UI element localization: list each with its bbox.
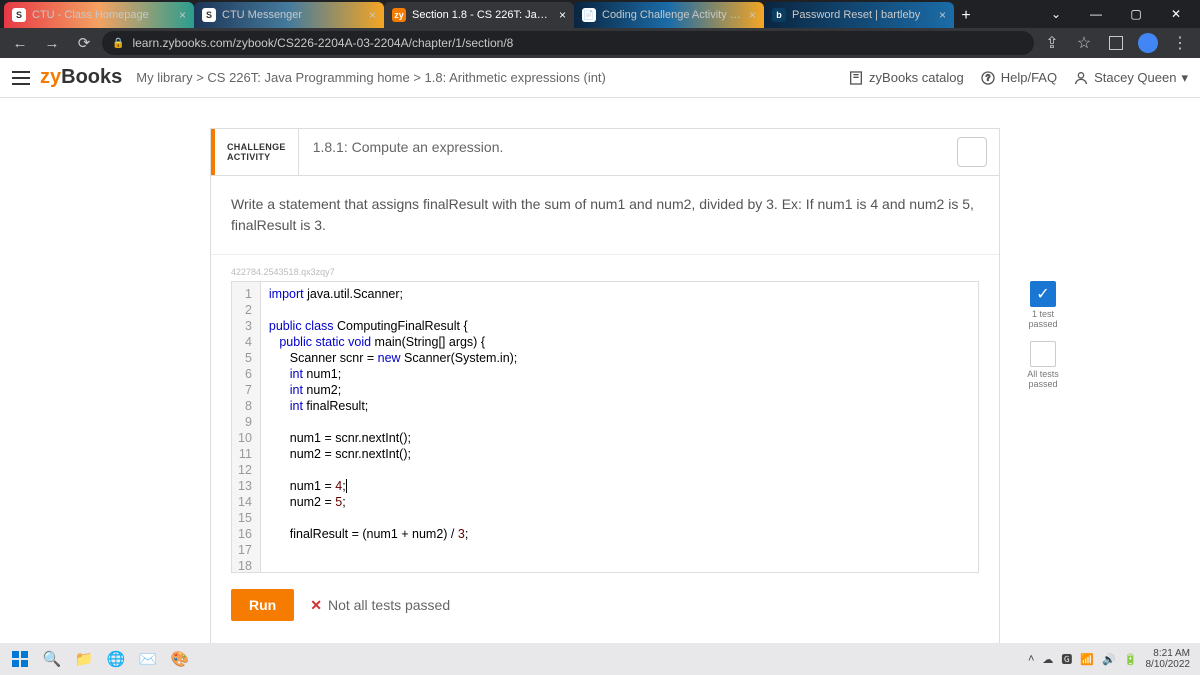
language-icon[interactable]: 🅶 — [1061, 651, 1072, 667]
start-button[interactable] — [4, 643, 36, 675]
url-input[interactable]: 🔒learn.zybooks.com/zybook/CS226-2204A-03… — [102, 31, 1034, 55]
chevron-up-icon[interactable]: ˄ — [1028, 653, 1034, 665]
system-tray[interactable]: ˄ ☁ 🅶 📶 🔊 🔋 8:21 AM8/10/2022 — [1028, 648, 1196, 670]
maximize-button[interactable]: ▢ — [1116, 0, 1156, 28]
battery-icon[interactable]: 🔋 — [1124, 653, 1138, 666]
explorer-icon[interactable]: 📁 — [68, 643, 100, 675]
tab-dropdown-icon[interactable]: ⌄ — [1036, 0, 1076, 28]
tab-bartleby[interactable]: bPassword Reset | bartleby× — [764, 2, 954, 28]
run-status: ✕Not all tests passed — [310, 597, 450, 614]
address-bar: ← → ⟳ 🔒learn.zybooks.com/zybook/CS226-22… — [0, 28, 1200, 58]
progress-box[interactable] — [957, 137, 987, 167]
menu-icon[interactable]: ⋮ — [1166, 29, 1194, 57]
user-menu[interactable]: Stacey Queen ▾ — [1073, 70, 1188, 86]
help-link[interactable]: ?Help/FAQ — [980, 70, 1057, 86]
share-icon[interactable]: ⇪ — [1038, 29, 1066, 57]
instructions: Write a statement that assigns finalResu… — [211, 176, 999, 255]
line-gutter: 123456789101112131415161718 — [232, 282, 261, 572]
cloud-icon[interactable]: ☁ — [1042, 653, 1053, 666]
close-icon[interactable]: × — [749, 8, 756, 22]
browser-tab-strip: SCTU - Class Homepage× SCTU Messenger× z… — [0, 0, 1200, 28]
new-tab-button[interactable]: + — [954, 4, 978, 28]
close-icon[interactable]: × — [559, 8, 566, 22]
reload-button[interactable]: ⟳ — [70, 29, 98, 57]
mail-icon[interactable]: ✉️ — [132, 643, 164, 675]
clock[interactable]: 8:21 AM8/10/2022 — [1146, 648, 1191, 670]
wifi-icon[interactable]: 📶 — [1080, 653, 1094, 666]
catalog-link[interactable]: zyBooks catalog — [848, 70, 964, 86]
challenge-title: 1.8.1: Compute an expression. — [299, 129, 945, 175]
tab-coding-challenge[interactable]: 📄Coding Challenge Activity Note× — [574, 2, 764, 28]
zybooks-header: zyBooks My library > CS 226T: Java Progr… — [0, 58, 1200, 98]
lock-icon: 🔒 — [112, 38, 124, 49]
close-window-button[interactable]: ✕ — [1156, 0, 1196, 28]
forward-button[interactable]: → — [38, 29, 66, 57]
breadcrumb[interactable]: My library > CS 226T: Java Programming h… — [136, 70, 606, 85]
tab-ctu-messenger[interactable]: SCTU Messenger× — [194, 2, 384, 28]
search-icon[interactable]: 🔍 — [36, 643, 68, 675]
chrome-icon[interactable]: 🌐 — [100, 643, 132, 675]
favicon-icon: b — [772, 8, 786, 22]
back-button[interactable]: ← — [6, 29, 34, 57]
content-area[interactable]: CHALLENGEACTIVITY 1.8.1: Compute an expr… — [0, 98, 1200, 643]
code-editor[interactable]: 123456789101112131415161718 import java.… — [231, 281, 979, 573]
content-id: 422784.2543518.qx3zqy7 — [211, 255, 999, 281]
test-badges: ✓ 1 testpassed All testspassed — [1013, 281, 1073, 401]
code-body[interactable]: import java.util.Scanner; public class C… — [261, 282, 978, 572]
reading-list-icon[interactable] — [1109, 36, 1123, 50]
bookmark-icon[interactable]: ☆ — [1070, 29, 1098, 57]
test1-badge: ✓ — [1030, 281, 1056, 307]
windows-taskbar: 🔍 📁 🌐 ✉️ 🎨 ˄ ☁ 🅶 📶 🔊 🔋 8:21 AM8/10/2022 — [0, 643, 1200, 675]
profile-avatar[interactable] — [1134, 29, 1162, 57]
book-icon — [848, 70, 864, 86]
favicon-icon: S — [12, 8, 26, 22]
help-icon: ? — [980, 70, 996, 86]
volume-icon[interactable]: 🔊 — [1102, 653, 1116, 666]
favicon-icon: zy — [392, 8, 406, 22]
close-icon[interactable]: × — [369, 8, 376, 22]
challenge-card: CHALLENGEACTIVITY 1.8.1: Compute an expr… — [210, 128, 1000, 643]
test2-badge — [1030, 341, 1056, 367]
user-icon — [1073, 70, 1089, 86]
challenge-tag: CHALLENGEACTIVITY — [215, 129, 299, 175]
minimize-button[interactable]: ― — [1076, 0, 1116, 28]
hamburger-icon[interactable] — [12, 71, 30, 85]
run-button[interactable]: Run — [231, 589, 294, 621]
favicon-icon: S — [202, 8, 216, 22]
tab-ctu-homepage[interactable]: SCTU - Class Homepage× — [4, 2, 194, 28]
tab-zybooks[interactable]: zySection 1.8 - CS 226T: Java Progr× — [384, 2, 574, 28]
close-icon[interactable]: × — [179, 8, 186, 22]
favicon-icon: 📄 — [582, 8, 596, 22]
zybooks-logo[interactable]: zyBooks — [40, 66, 122, 89]
app-icon[interactable]: 🎨 — [164, 643, 196, 675]
svg-text:?: ? — [985, 73, 990, 82]
close-icon[interactable]: × — [939, 8, 946, 22]
